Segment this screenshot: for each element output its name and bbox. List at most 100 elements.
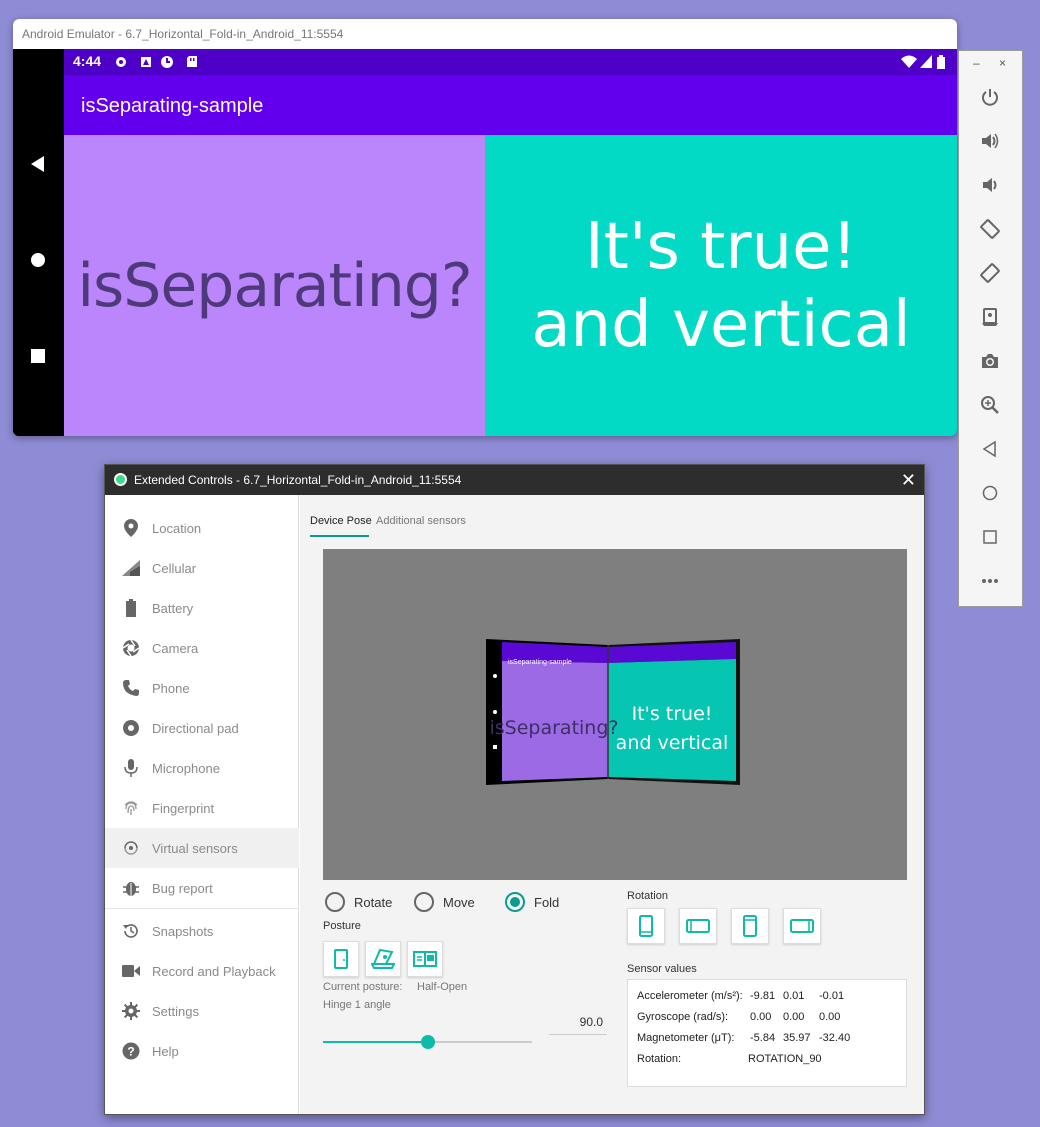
close-icon[interactable]: ✕ bbox=[901, 465, 916, 495]
rotation-value-label: Rotation: bbox=[637, 1053, 682, 1065]
rotation-label: Rotation bbox=[627, 890, 668, 902]
zoom-icon[interactable] bbox=[978, 393, 1002, 417]
sidebar-item-cellular[interactable]: Cellular bbox=[105, 548, 299, 588]
sidebar-item-snapshots[interactable]: Snapshots bbox=[105, 911, 299, 951]
magnetometer-z: -32.40 bbox=[819, 1032, 851, 1044]
sidebar-item-settings[interactable]: Settings bbox=[105, 991, 299, 1031]
posture-half-open-button[interactable] bbox=[365, 941, 401, 977]
sidebar-item-microphone[interactable]: Microphone bbox=[105, 748, 299, 788]
extended-controls-title-bar: Extended Controls - 6.7_Horizontal_Fold-… bbox=[105, 465, 924, 495]
sidebar-item-help[interactable]: ? Help bbox=[105, 1031, 299, 1071]
volume-down-icon[interactable] bbox=[978, 173, 1002, 197]
virtual-sensors-panel: Device Pose Additional sensors isSeparat… bbox=[300, 495, 924, 1114]
portrait-icon bbox=[639, 915, 653, 937]
preview-right-line1: It's true! bbox=[632, 703, 713, 725]
sidebar-label: Record and Playback bbox=[152, 963, 276, 979]
accelerometer-y: 0.01 bbox=[783, 990, 805, 1002]
sidebar-item-record-playback[interactable]: Record and Playback bbox=[105, 951, 299, 991]
sidebar-label: Battery bbox=[152, 600, 194, 616]
camera-icon bbox=[120, 637, 142, 659]
nav-bar bbox=[13, 49, 64, 436]
reverse-landscape-icon bbox=[790, 919, 814, 933]
radio-circle bbox=[414, 892, 434, 912]
radio-label: Rotate bbox=[354, 894, 393, 910]
right-pane: It's true! and vertical bbox=[485, 135, 957, 436]
posture-closed-icon bbox=[334, 949, 348, 969]
radio-fold[interactable]: Fold bbox=[505, 892, 559, 912]
rotation-landscape-button[interactable] bbox=[679, 908, 717, 944]
rotation-portrait-button[interactable] bbox=[627, 908, 665, 944]
power-icon[interactable] bbox=[978, 85, 1002, 109]
volume-up-icon[interactable] bbox=[978, 129, 1002, 153]
sidebar-item-phone[interactable]: Phone bbox=[105, 668, 299, 708]
radio-rotate[interactable]: Rotate bbox=[325, 892, 392, 912]
gyroscope-label: Gyroscope (rad/s): bbox=[637, 1011, 729, 1023]
posture-closed-button[interactable] bbox=[323, 941, 359, 977]
tab-underline bbox=[310, 535, 369, 537]
more-icon[interactable] bbox=[978, 569, 1002, 593]
magnetometer-x: -5.84 bbox=[750, 1032, 776, 1044]
radio-move[interactable]: Move bbox=[414, 892, 475, 912]
rotation-reverse-landscape-button[interactable] bbox=[783, 908, 821, 944]
posture-half-open-icon bbox=[371, 948, 395, 969]
sidebar-label: Cellular bbox=[152, 560, 197, 576]
preview-app-title: isSeparating-sample bbox=[508, 659, 572, 666]
sidebar-item-battery[interactable]: Battery bbox=[105, 588, 299, 628]
overview-icon[interactable] bbox=[978, 525, 1002, 549]
tab-additional-sensors[interactable]: Additional sensors bbox=[376, 515, 466, 527]
radio-circle bbox=[325, 892, 345, 912]
sidebar-item-location[interactable]: Location bbox=[105, 508, 299, 548]
sidebar-label: Directional pad bbox=[152, 720, 239, 736]
posture-open-button[interactable] bbox=[407, 941, 443, 977]
sidebar-item-fingerprint[interactable]: Fingerprint bbox=[105, 788, 299, 828]
device-pose-viewport[interactable]: isSeparating-sample isSeparating? It's t… bbox=[323, 549, 907, 880]
preview-right-line2: and vertical bbox=[616, 732, 729, 754]
data-saver-status-icon bbox=[160, 55, 174, 72]
sidebar-item-bug-report[interactable]: Bug report bbox=[105, 868, 299, 908]
overview-nav-icon[interactable] bbox=[25, 343, 51, 369]
sensor-values-box: Accelerometer (m/s²): -9.81 0.01 -0.01 G… bbox=[627, 979, 907, 1087]
tab-device-pose[interactable]: Device Pose bbox=[310, 515, 372, 527]
sidebar-item-camera[interactable]: Camera bbox=[105, 628, 299, 668]
cellular-icon bbox=[120, 557, 142, 579]
hinge-angle-input[interactable]: 90.0 bbox=[549, 1015, 607, 1035]
extended-controls-sidebar: Location Cellular Battery Camera Phone D… bbox=[105, 495, 299, 1114]
rotation-value: ROTATION_90 bbox=[748, 1053, 822, 1065]
help-icon: ? bbox=[120, 1040, 142, 1062]
sidebar-item-virtual-sensors[interactable]: Virtual sensors bbox=[105, 828, 299, 868]
cell-signal-status-icon bbox=[920, 55, 932, 71]
sidebar-label: Microphone bbox=[152, 760, 220, 776]
camera-icon[interactable] bbox=[978, 349, 1002, 373]
back-nav-icon[interactable] bbox=[25, 151, 51, 177]
microphone-icon bbox=[120, 757, 142, 779]
extended-controls-window: Extended Controls - 6.7_Horizontal_Fold-… bbox=[104, 464, 925, 1115]
close-toolbar-button[interactable]: × bbox=[999, 56, 1006, 70]
rotation-reverse-portrait-button[interactable] bbox=[731, 908, 769, 944]
right-pane-line1: It's true! bbox=[584, 209, 858, 284]
slider-thumb[interactable] bbox=[420, 1035, 435, 1049]
wifi-status-icon bbox=[901, 55, 917, 71]
posture-label: Posture bbox=[323, 920, 361, 932]
left-pane-text: isSeparating? bbox=[77, 250, 472, 321]
app-bar: isSeparating-sample bbox=[64, 75, 957, 135]
emulator-window: Android Emulator - 6.7_Horizontal_Fold-i… bbox=[13, 19, 957, 436]
rotate-left-icon[interactable] bbox=[978, 217, 1002, 241]
rotate-right-icon[interactable] bbox=[978, 261, 1002, 285]
back-icon[interactable] bbox=[978, 437, 1002, 461]
status-time: 4:44 bbox=[73, 53, 102, 69]
sidebar-item-directional-pad[interactable]: Directional pad bbox=[105, 708, 299, 748]
bug-icon bbox=[120, 877, 142, 899]
minimize-button[interactable]: – bbox=[973, 56, 980, 70]
screenshot-icon[interactable] bbox=[978, 305, 1002, 329]
home-icon[interactable] bbox=[978, 481, 1002, 505]
location-icon bbox=[120, 517, 142, 539]
sidebar-label: Help bbox=[152, 1043, 179, 1059]
slider-fill bbox=[323, 1041, 428, 1043]
sidebar-label: Phone bbox=[152, 680, 190, 696]
hinge-angle-slider[interactable] bbox=[323, 1035, 532, 1049]
sidebar-label: Snapshots bbox=[152, 923, 214, 939]
home-nav-icon[interactable] bbox=[25, 247, 51, 273]
sidebar-divider bbox=[105, 908, 299, 909]
gyroscope-x: 0.00 bbox=[750, 1011, 772, 1023]
status-bar: 4:44 bbox=[64, 49, 957, 75]
